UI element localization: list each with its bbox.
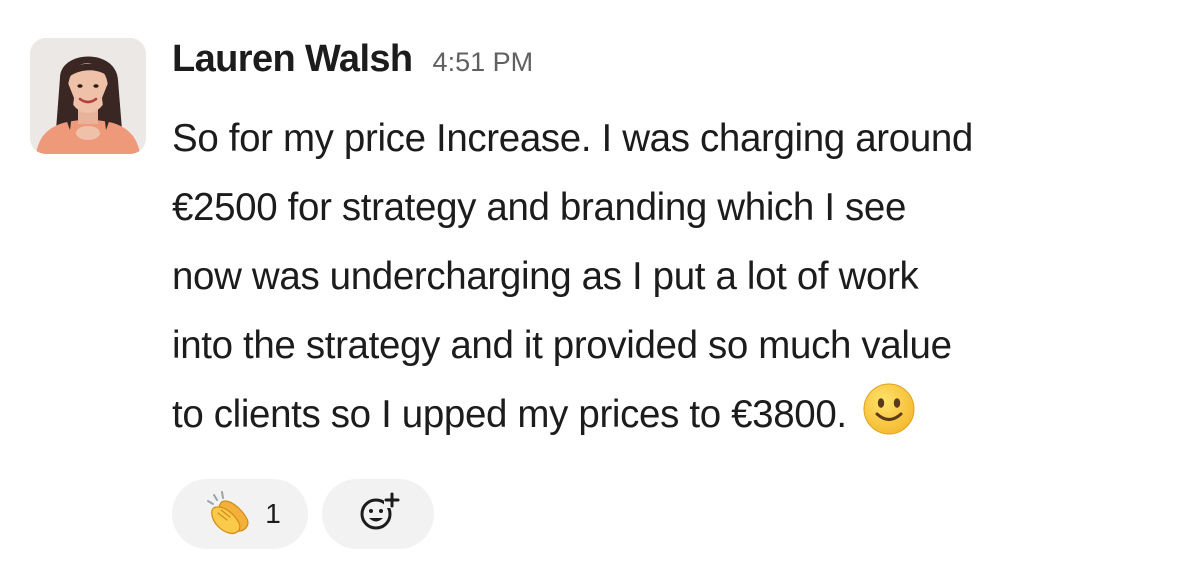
avatar[interactable]	[30, 38, 146, 154]
add-reaction-button[interactable]	[322, 479, 434, 549]
message-content: Lauren Walsh 4:51 PM So for my price Inc…	[172, 36, 1172, 549]
message-line-last: to clients so I upped my prices to €3800…	[172, 380, 1172, 459]
timestamp[interactable]: 4:51 PM	[433, 47, 534, 78]
message: Lauren Walsh 4:51 PM So for my price Inc…	[30, 36, 1180, 556]
reactions-bar: 1	[172, 479, 1172, 549]
message-header: Lauren Walsh 4:51 PM	[172, 36, 1172, 100]
clapping-hands-icon	[203, 487, 253, 542]
add-reaction-icon	[356, 490, 400, 539]
message-line: €2500 for strategy and branding which I …	[172, 186, 907, 229]
slightly-smiling-face-icon	[861, 381, 917, 459]
message-line: into the strategy and it provided so muc…	[172, 324, 952, 367]
message-line-text: to clients so I upped my prices to €3800…	[172, 393, 847, 436]
message-line: So for my price Increase. I was charging…	[172, 117, 973, 160]
reaction-clap[interactable]: 1	[172, 479, 308, 549]
message-body: So for my price Increase. I was charging…	[172, 104, 1172, 459]
message-line: now was undercharging as I put a lot of …	[172, 255, 919, 298]
reaction-count: 1	[265, 498, 281, 529]
sender-name[interactable]: Lauren Walsh	[172, 38, 413, 81]
avatar-photo	[30, 38, 146, 154]
